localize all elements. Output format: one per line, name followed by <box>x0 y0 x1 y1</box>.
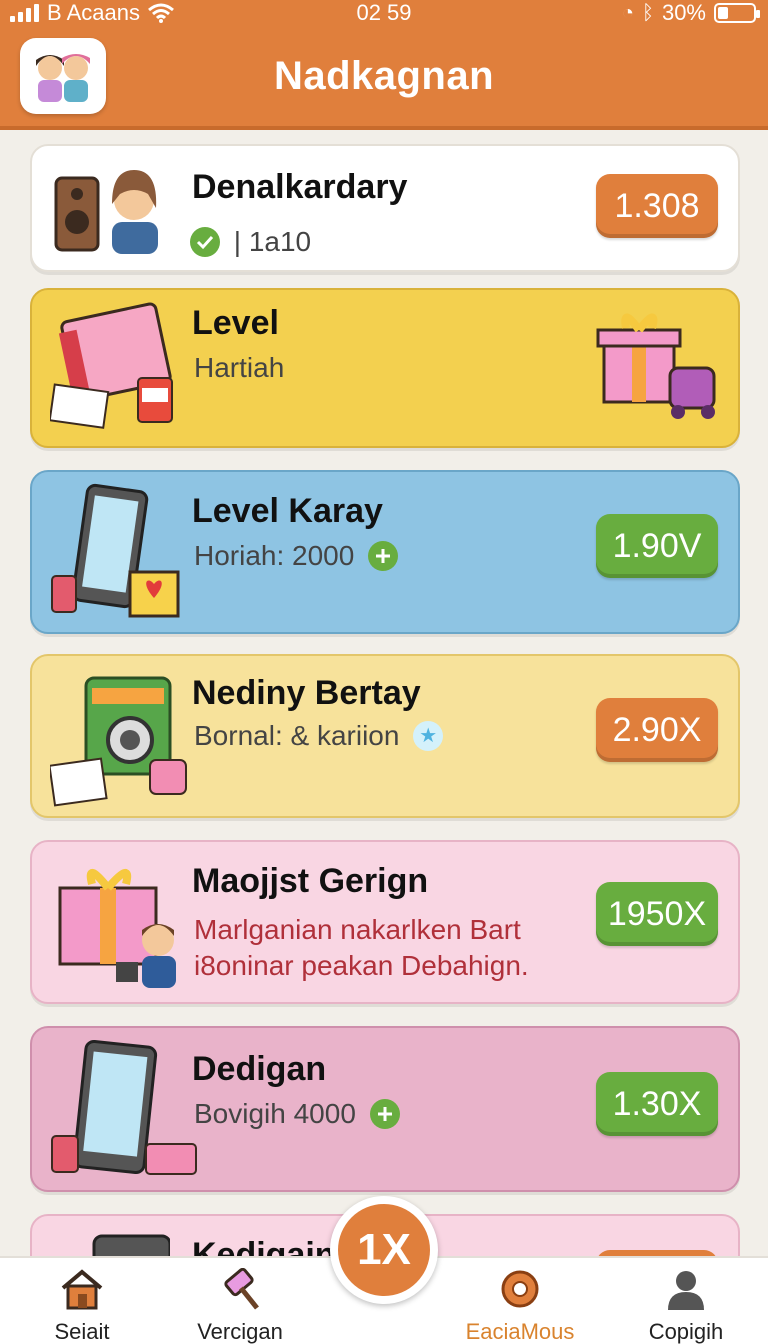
nav-item-tools[interactable]: Vercigan <box>170 1267 310 1344</box>
home-icon <box>61 1269 103 1310</box>
list-card[interactable]: Level Hartiah <box>30 288 740 448</box>
battery-text: 30% <box>661 0 706 25</box>
fab-label: 1X <box>357 1225 411 1274</box>
card-title: Denalkardary <box>192 168 408 206</box>
multiplier-badge[interactable]: 1.90V <box>596 514 718 578</box>
card-title: Maojjst Gerign <box>192 862 429 900</box>
multiplier-badge[interactable]: 1.308 <box>596 174 718 238</box>
speaker-girl-icon <box>54 170 158 254</box>
list-card[interactable]: Maojjst Gerign Marlganian nakarlken Bart… <box>30 840 740 1004</box>
card-title: Dedigan <box>192 1050 327 1088</box>
card-subtitle: Marlganian nakarlken Bart <box>194 914 521 945</box>
list-card[interactable]: Denalkardary | 1a10 1.308 <box>30 144 740 272</box>
star-circle-icon: ★ <box>413 720 444 751</box>
plus-circle-icon <box>368 540 399 571</box>
battery-icon <box>714 3 760 23</box>
multiplier-badge[interactable]: 2.90X <box>596 698 718 762</box>
nav-label: Vercigan <box>197 1319 283 1344</box>
card-subtitle-line2: i8oninar peakan Debahign. <box>194 950 529 981</box>
app-title: Nadkagnan <box>273 54 495 98</box>
card-subtitle: Bornal: & kariion ★ <box>194 720 444 753</box>
multiplier-icon: 1X <box>338 1204 430 1296</box>
app-header: B Acaans 02 59 ◔ ᛒ 30% Nadkagnan <box>0 0 768 130</box>
card-subtitle: Hartiah <box>194 352 285 383</box>
bluetooth-icon: ᛒ <box>641 1 654 24</box>
card-title: Nediny Bertay <box>192 674 421 712</box>
gift-boy-icon <box>58 869 176 988</box>
phone-icon <box>51 1039 197 1175</box>
nav-label: EaciaMous <box>465 1319 575 1344</box>
center-action-button[interactable]: 1X <box>330 1196 438 1304</box>
nav-item-home[interactable]: Seiait <box>12 1268 152 1344</box>
profile-icon <box>668 1271 704 1310</box>
list-card[interactable]: Dedigan Bovigih 4000 1.30X <box>30 1026 740 1192</box>
gift-box-icon <box>596 313 716 419</box>
card-subtitle: | 1a10 <box>190 226 311 259</box>
hammer-icon <box>224 1267 259 1310</box>
card-subtitle: Bovigih 4000 <box>194 1098 400 1131</box>
notebook-icon <box>50 302 173 429</box>
multiplier-badge[interactable]: 1950X <box>596 882 718 946</box>
list-card[interactable]: Nediny Bertay Bornal: & kariion ★ 2.90X <box>30 654 740 818</box>
phone-gift-icon <box>51 483 180 618</box>
status-bar: B Acaans 02 59 ◔ ᛒ 30% <box>0 0 768 28</box>
nav-item-profile[interactable]: Copigih <box>616 1268 756 1344</box>
alarm-icon: ◔ <box>621 1 634 24</box>
donut-icon <box>501 1270 539 1308</box>
card-subtitle: Horiah: 2000 <box>194 540 399 573</box>
card-title: Level <box>192 304 279 342</box>
nav-label: Seiait <box>54 1319 110 1344</box>
multiplier-badge[interactable]: 1.30X <box>596 1072 718 1136</box>
list-card[interactable]: Level Karay Horiah: 2000 1.90V <box>30 470 740 634</box>
plus-circle-icon <box>369 1098 400 1129</box>
clock: 02 59 <box>356 0 412 25</box>
check-circle-icon <box>190 226 220 257</box>
nav-item-rewards[interactable]: EaciaMous <box>450 1268 590 1344</box>
nav-label: Copigih <box>648 1319 724 1344</box>
camera-icon <box>50 676 187 807</box>
card-title: Level Karay <box>192 492 383 530</box>
